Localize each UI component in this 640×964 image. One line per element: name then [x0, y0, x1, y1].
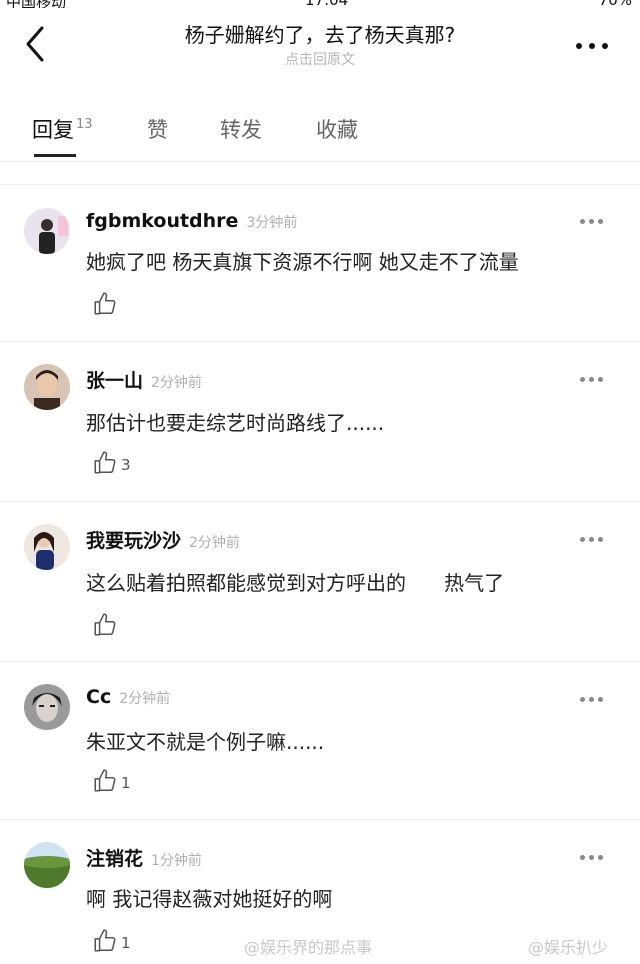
more-dot	[589, 219, 594, 224]
status-bar: 中国移动 17:04 70%	[0, 0, 640, 8]
more-horizontal-icon	[580, 855, 585, 860]
tab-bar: 回复 13 赞 转发 收藏	[0, 106, 640, 162]
like-button[interactable]: 1	[92, 926, 131, 954]
more-options-button[interactable]	[576, 43, 610, 53]
more-dot	[602, 43, 608, 49]
comment-text: 啊 我记得赵薇对她挺好的啊	[86, 887, 333, 911]
more-dot	[589, 43, 595, 49]
username-text: Cc	[86, 686, 112, 708]
watermark: @娱乐扒少	[528, 938, 609, 957]
like-button[interactable]	[92, 289, 121, 317]
carrier-label: 中国移动	[6, 0, 66, 8]
page-title: 杨子姗解约了，去了杨天真那?	[184, 23, 456, 47]
comment-more-button[interactable]	[580, 855, 604, 861]
comment-username[interactable]: 我要玩沙沙 2分钟前	[86, 526, 240, 553]
more-horizontal-icon	[580, 697, 585, 702]
comment-more-button[interactable]	[580, 537, 604, 543]
section-divider	[0, 163, 640, 185]
more-dot	[589, 855, 594, 860]
more-dot	[598, 377, 603, 382]
back-button[interactable]	[18, 24, 54, 64]
chevron-left-icon	[26, 26, 44, 62]
like-count: 1	[121, 774, 131, 792]
more-dot	[598, 537, 603, 542]
comment-item: Cc 2分钟前 朱亚文不就是个例子嘛...... 1	[0, 662, 640, 820]
more-horizontal-icon	[576, 43, 582, 49]
comment-time: 3分钟前	[246, 215, 298, 231]
comment-text: 那估计也要走综艺时尚路线了......	[86, 411, 385, 435]
more-dot	[598, 697, 603, 702]
active-tab-indicator	[34, 154, 76, 157]
comment-username[interactable]: 注销花 1分钟前	[86, 844, 202, 871]
comment-text: 这么贴着拍照都能感觉到对方呼出的 热气了	[86, 571, 505, 595]
tab-likes[interactable]: 赞	[147, 114, 168, 144]
more-horizontal-icon	[580, 537, 585, 542]
tab-label: 回复	[32, 118, 74, 142]
comment-username[interactable]: 张一山 2分钟前	[86, 366, 202, 393]
tab-label: 收藏	[316, 118, 358, 142]
comment-text: 她疯了吧 杨天真旗下资源不行啊 她又走不了流量	[86, 250, 519, 274]
thumbs-up-icon	[94, 451, 116, 474]
avatar[interactable]	[24, 842, 70, 888]
thumbs-up-icon	[94, 769, 116, 792]
comment-more-button[interactable]	[580, 377, 604, 383]
more-dot	[589, 537, 594, 542]
comment-time: 2分钟前	[189, 535, 240, 551]
username-text: 张一山	[86, 370, 144, 392]
tab-favorites[interactable]: 收藏	[316, 114, 358, 144]
more-dot	[598, 219, 603, 224]
comment-item: 我要玩沙沙 2分钟前 这么贴着拍照都能感觉到对方呼出的 热气了	[0, 502, 640, 662]
thumbs-up-icon	[94, 929, 116, 952]
title-block[interactable]: 杨子姗解约了，去了杨天真那? 点击回原文	[100, 22, 540, 70]
avatar[interactable]	[24, 364, 70, 410]
comment-more-button[interactable]	[580, 219, 604, 225]
more-dot	[598, 855, 603, 860]
watermark: @娱乐界的那点事	[244, 938, 373, 957]
username-text: 注销花	[86, 848, 144, 870]
comment-time: 2分钟前	[151, 375, 202, 391]
tab-label: 赞	[147, 118, 168, 142]
comment-username[interactable]: fgbmkoutdhre 3分钟前	[86, 210, 297, 232]
tab-replies[interactable]: 回复 13	[32, 114, 93, 144]
thumbs-up-icon	[94, 292, 116, 315]
username-text: fgbmkoutdhre	[86, 210, 239, 232]
more-dot	[589, 697, 594, 702]
avatar[interactable]	[24, 684, 70, 730]
tab-reposts[interactable]: 转发	[220, 114, 262, 144]
top-nav-bar: 杨子姗解约了，去了杨天真那? 点击回原文	[0, 10, 640, 80]
like-count: 1	[121, 934, 131, 952]
like-button[interactable]: 3	[92, 448, 131, 476]
like-button[interactable]	[92, 610, 121, 638]
more-horizontal-icon	[580, 377, 585, 382]
comment-username[interactable]: Cc 2分钟前	[86, 686, 170, 708]
thumbs-up-icon	[94, 613, 116, 636]
comment-item: fgbmkoutdhre 3分钟前 她疯了吧 杨天真旗下资源不行啊 她又走不了流量	[0, 186, 640, 342]
comment-item: 张一山 2分钟前 那估计也要走综艺时尚路线了...... 3	[0, 342, 640, 502]
battery-label: 70%	[599, 0, 632, 8]
comment-time: 1分钟前	[151, 853, 202, 869]
like-count: 3	[121, 456, 131, 474]
more-dot	[589, 377, 594, 382]
username-text: 我要玩沙沙	[86, 530, 182, 552]
like-button[interactable]: 1	[92, 766, 131, 794]
view-original-link[interactable]: 点击回原文	[100, 50, 540, 70]
avatar[interactable]	[24, 524, 70, 570]
comment-text: 朱亚文不就是个例子嘛......	[86, 730, 325, 754]
clock-label: 17:04	[305, 0, 348, 8]
comment-more-button[interactable]	[580, 697, 604, 703]
more-horizontal-icon	[580, 219, 585, 224]
comment-time: 2分钟前	[119, 691, 171, 707]
avatar[interactable]	[24, 208, 70, 254]
tab-label: 转发	[220, 118, 262, 142]
reply-count-badge: 13	[76, 117, 93, 132]
